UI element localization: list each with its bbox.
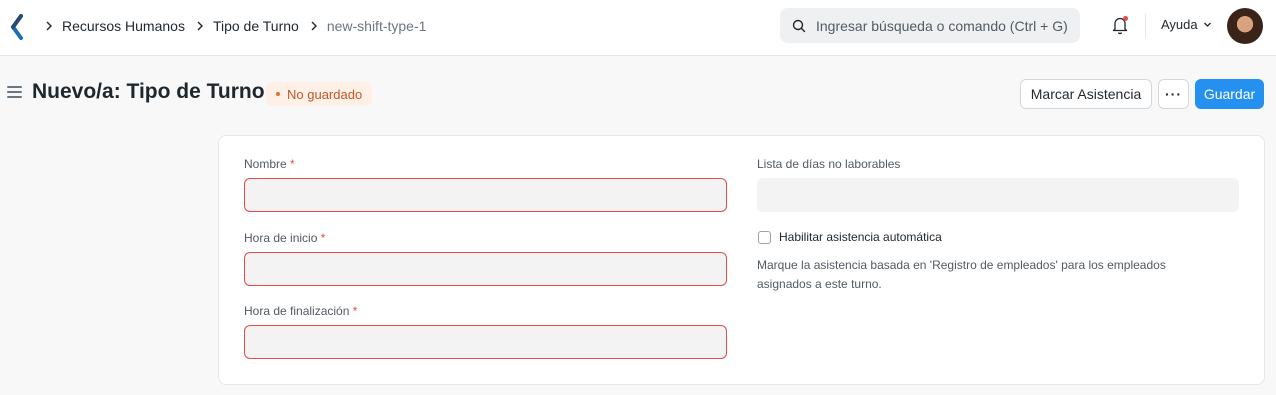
more-actions-button[interactable]: ··· — [1158, 79, 1189, 109]
app-logo-icon[interactable] — [10, 14, 24, 40]
save-button[interactable]: Guardar — [1195, 79, 1264, 109]
auto-attendance-checkbox[interactable] — [758, 231, 771, 244]
status-badge: No guardado — [266, 82, 373, 106]
auto-attendance-help: Marque la asistencia basada en 'Registro… — [757, 258, 1166, 291]
navbar: Recursos Humanos Tipo de Turno new-shift… — [0, 0, 1276, 56]
notification-dot — [1123, 16, 1128, 21]
name-label: Nombre * — [244, 157, 295, 171]
avatar[interactable] — [1227, 8, 1263, 44]
breadcrumb-hr[interactable]: Recursos Humanos — [62, 18, 185, 34]
end-time-label: Hora de finalización * — [244, 304, 358, 318]
chevron-down-icon — [1203, 22, 1211, 27]
chevron-right-icon — [311, 21, 317, 31]
name-input[interactable] — [244, 178, 727, 212]
holiday-list-label: Lista de días no laborables — [757, 157, 901, 171]
auto-attendance-label[interactable]: Habilitar asistencia automática — [779, 230, 942, 244]
navbar-divider — [1145, 14, 1146, 38]
start-time-label: Hora de inicio * — [244, 231, 326, 245]
status-dot — [276, 92, 280, 96]
page-title: Nuevo/a: Tipo de Turno — [32, 80, 265, 103]
sidebar-toggle-icon[interactable] — [7, 86, 22, 100]
chevron-right-icon — [197, 21, 203, 31]
chevron-right-icon — [46, 21, 52, 31]
help-dropdown[interactable]: Ayuda — [1161, 17, 1212, 32]
end-time-input[interactable] — [244, 325, 727, 359]
holiday-list-input[interactable] — [757, 178, 1239, 212]
notifications-button[interactable] — [1111, 15, 1129, 35]
breadcrumb-shift-type[interactable]: Tipo de Turno — [213, 18, 299, 34]
search-icon — [792, 19, 806, 32]
mark-attendance-button[interactable]: Marcar Asistencia — [1020, 79, 1152, 109]
search-placeholder: Ingresar búsqueda o comando (Ctrl + G) — [816, 17, 1068, 34]
status-label: No guardado — [287, 86, 363, 102]
breadcrumb-current: new-shift-type-1 — [326, 18, 427, 34]
breadcrumb: Recursos Humanos Tipo de Turno new-shift… — [42, 0, 426, 52]
help-label: Ayuda — [1161, 17, 1198, 32]
search-bar[interactable]: Ingresar búsqueda o comando (Ctrl + G) — [780, 8, 1080, 43]
start-time-input[interactable] — [244, 252, 727, 286]
